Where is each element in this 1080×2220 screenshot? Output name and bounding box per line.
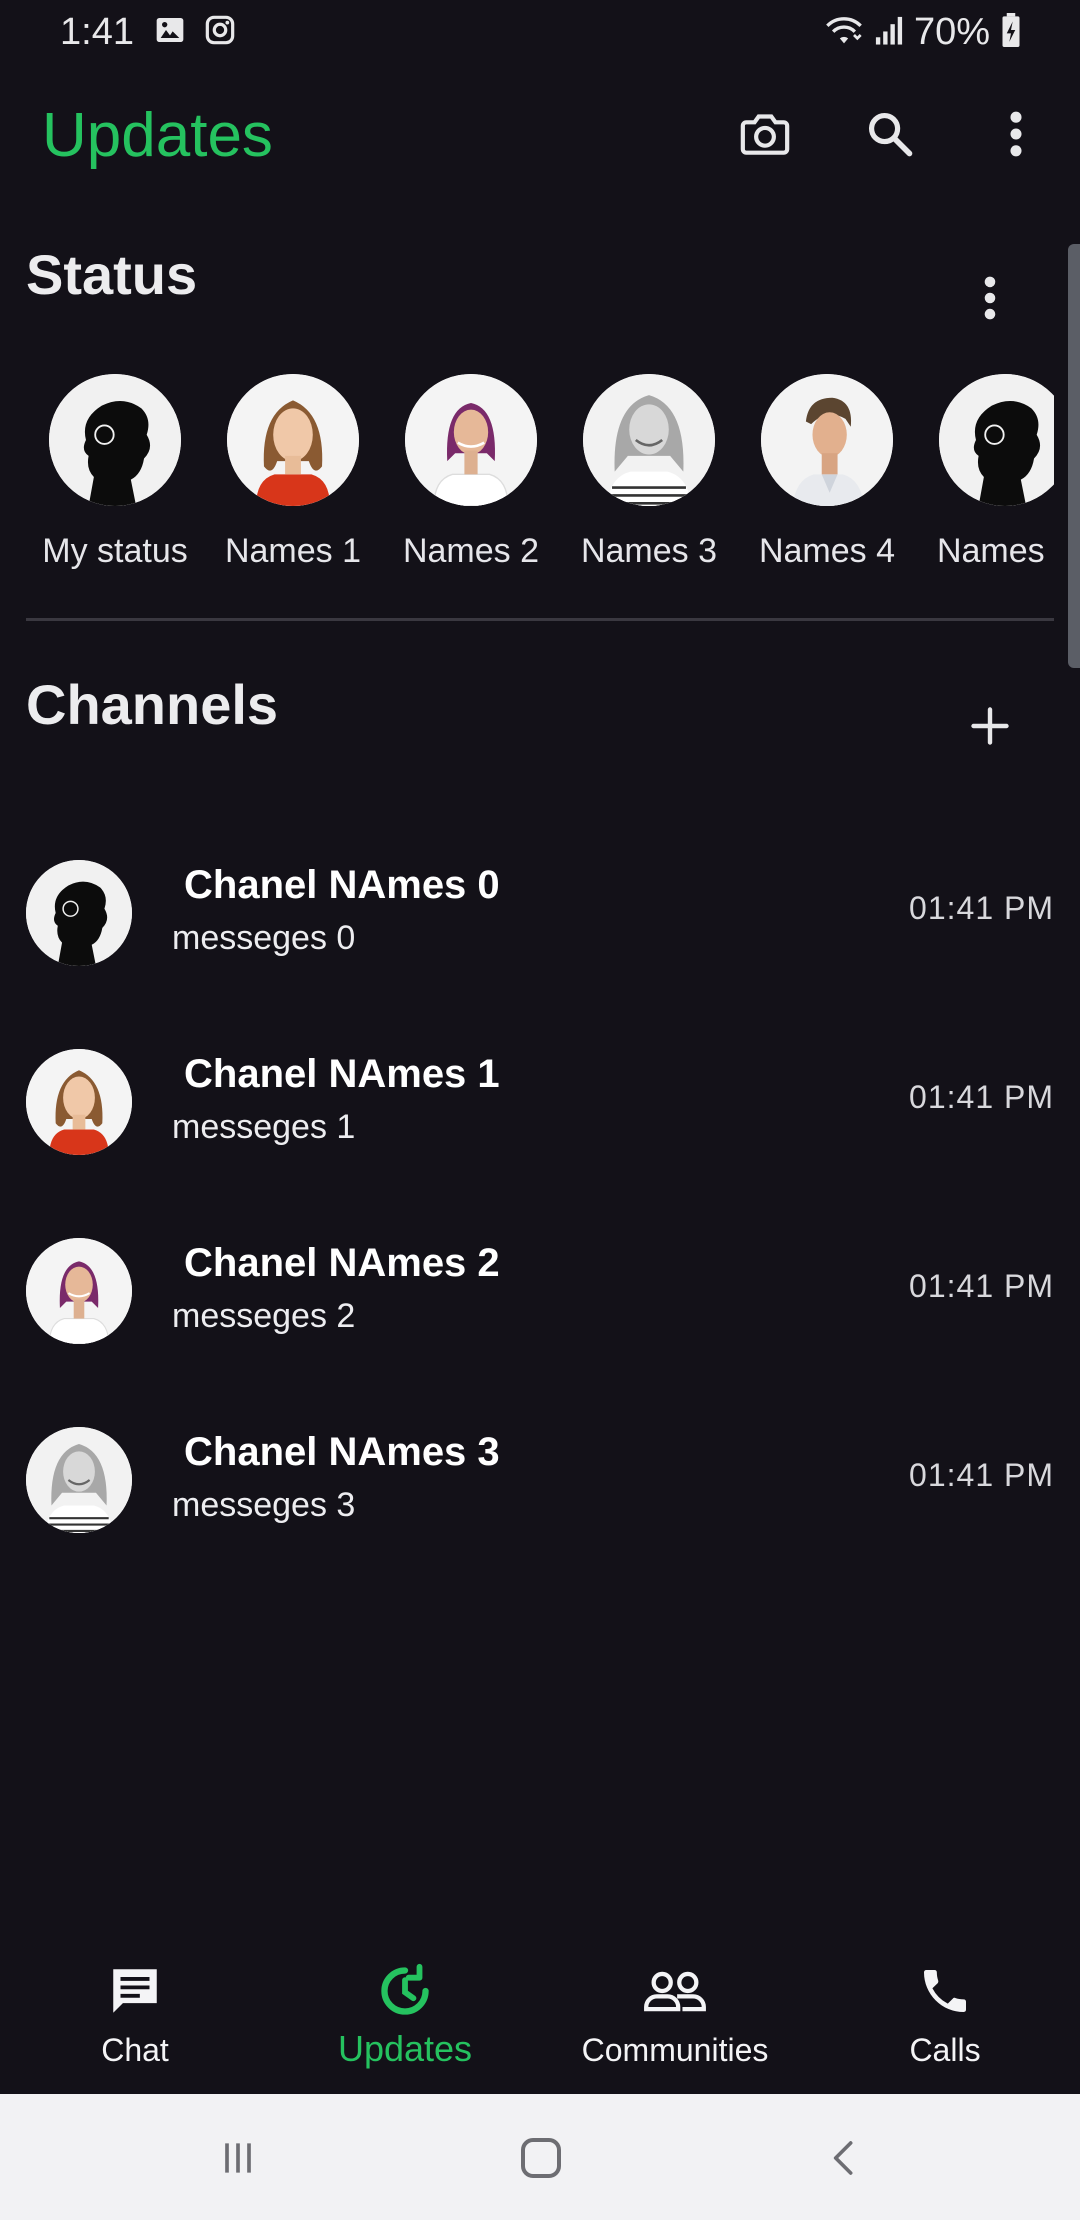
avatar (26, 1238, 132, 1344)
notification-icons (154, 14, 236, 51)
channel-message: messeges 2 (172, 1297, 356, 1335)
channel-message: messeges 3 (172, 1486, 356, 1524)
nav-updates[interactable]: Updates (270, 1960, 540, 2090)
channel-row[interactable]: Chanel NAmes 0 messeges 0 01:41 PM (0, 860, 1080, 1010)
signal-icon (874, 14, 904, 51)
status-name: Names 3 (580, 532, 718, 570)
search-button[interactable] (858, 104, 922, 168)
more-options-button[interactable] (984, 104, 1048, 168)
status-more-button[interactable] (968, 270, 1012, 330)
status-name: Names 5 (936, 532, 1054, 570)
status-item-my-status[interactable]: My status (26, 372, 204, 571)
system-navigation-bar (0, 2094, 1080, 2220)
channel-row[interactable]: Chanel NAmes 1 messeges 1 01:41 PM (0, 1049, 1080, 1199)
channel-row[interactable]: Chanel NAmes 2 messeges 2 01:41 PM (0, 1238, 1080, 1388)
status-time: 1:41 (60, 11, 134, 53)
top-app-bar: Updates (0, 80, 1080, 192)
nav-chat[interactable]: Chat (0, 1960, 270, 2090)
status-item-names-5[interactable]: Names 5 (916, 372, 1054, 571)
channels-section-title: Channels (26, 673, 279, 736)
channel-row[interactable]: Chanel NAmes 3 messeges 3 01:41 PM (0, 1427, 1080, 1577)
avatar (761, 374, 893, 506)
back-button[interactable] (814, 2130, 874, 2190)
status-list: My status Names 1 Names 2 Names 3 Names … (26, 372, 1054, 592)
channel-name: Chanel NAmes 0 (184, 863, 500, 907)
page-title: Updates (42, 101, 273, 170)
recents-button[interactable] (208, 2130, 268, 2190)
avatar (49, 374, 181, 506)
nav-label: Chat (101, 2032, 169, 2068)
nav-label: Updates (337, 2028, 473, 2069)
back-icon (824, 2136, 864, 2185)
status-right: 70% (824, 8, 1022, 56)
home-button[interactable] (511, 2130, 571, 2190)
camera-button[interactable] (733, 104, 797, 168)
camera-icon (737, 106, 793, 167)
status-name: Names 4 (758, 532, 896, 570)
status-item-names-2[interactable]: Names 2 (382, 372, 560, 571)
home-icon (517, 2134, 565, 2187)
more-vert-icon (1008, 110, 1024, 163)
nav-calls[interactable]: Calls (810, 1960, 1080, 2090)
nav-communities[interactable]: Communities (540, 1960, 810, 2090)
channel-time: 01:41 PM (909, 1268, 1054, 1304)
channel-message: messeges 0 (172, 919, 356, 957)
avatar (583, 374, 715, 506)
search-icon (864, 108, 916, 165)
bottom-navigation: Chat Updates Communities Calls (0, 1940, 1080, 2094)
add-channel-button[interactable] (962, 700, 1018, 756)
channel-name: Chanel NAmes 3 (184, 1430, 500, 1474)
gallery-icon (154, 14, 186, 51)
scrollbar[interactable] (1068, 244, 1080, 668)
avatar (26, 1427, 132, 1533)
communities-icon (643, 1967, 707, 2020)
channel-name: Chanel NAmes 1 (184, 1052, 500, 1096)
channel-message: messeges 1 (172, 1108, 356, 1146)
chat-icon (106, 1962, 164, 2025)
plus-icon (968, 704, 1012, 753)
channel-time: 01:41 PM (909, 1457, 1054, 1493)
recents-icon (216, 2136, 260, 2185)
status-name: Names 1 (224, 532, 362, 570)
status-section-title: Status (26, 243, 198, 306)
nav-label: Calls (909, 2032, 981, 2068)
status-name: My status (42, 532, 188, 570)
avatar (405, 374, 537, 506)
instagram-icon (204, 14, 236, 51)
avatar (939, 374, 1054, 506)
call-icon (917, 1963, 973, 2024)
system-status-bar: 1:41 70% (0, 0, 1080, 64)
avatar (26, 860, 132, 966)
status-name: Names 2 (402, 532, 540, 570)
more-vert-icon (983, 275, 997, 326)
channel-name: Chanel NAmes 2 (184, 1241, 500, 1285)
nav-label: Communities (581, 2032, 769, 2068)
channel-time: 01:41 PM (909, 1079, 1054, 1115)
updates-icon (376, 1962, 434, 2025)
avatar (26, 1049, 132, 1155)
section-divider (26, 618, 1054, 621)
status-item-names-3[interactable]: Names 3 (560, 372, 738, 571)
battery-charging-icon (1000, 12, 1022, 52)
avatar (227, 374, 359, 506)
channel-time: 01:41 PM (909, 890, 1054, 926)
wifi-icon (824, 13, 864, 52)
status-item-names-4[interactable]: Names 4 (738, 372, 916, 571)
battery-percent: 70% (913, 11, 990, 53)
status-item-names-1[interactable]: Names 1 (204, 372, 382, 571)
